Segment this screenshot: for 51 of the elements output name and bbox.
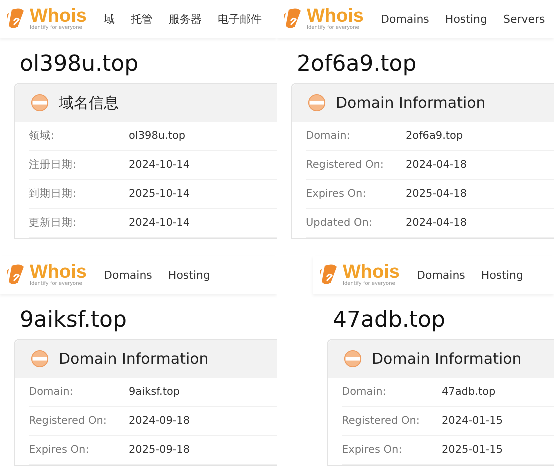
field-label: Registered On: bbox=[306, 159, 385, 171]
domain-title: 2of6a9.top bbox=[296, 51, 418, 79]
field-label: 领域: bbox=[29, 129, 56, 143]
field-label: Expires On: bbox=[306, 188, 368, 200]
field-value: 9aiksf.top bbox=[129, 386, 180, 398]
field-value: 2024-10-14 bbox=[129, 159, 190, 171]
field-label: Updated On: bbox=[306, 217, 374, 229]
field-label: Registered On: bbox=[29, 415, 108, 427]
section-title: Domain Information bbox=[336, 94, 486, 112]
field-value: ol398u.top bbox=[129, 130, 186, 142]
field-value: 2025-09-18 bbox=[129, 444, 190, 456]
domain-title: 9aiksf.top bbox=[19, 307, 128, 335]
field-label: Expires On: bbox=[29, 444, 90, 456]
nav-link[interactable]: Hosting bbox=[168, 268, 210, 282]
field-value: 2025-04-18 bbox=[406, 188, 468, 200]
nav-link[interactable]: Hosting bbox=[481, 268, 524, 282]
logo-wordmark: Whois bbox=[30, 263, 87, 282]
section-title: Domain Information bbox=[372, 350, 522, 368]
field-label: Expires On: bbox=[342, 444, 404, 456]
field-value: 2of6a9.top bbox=[406, 130, 464, 142]
field-label: 到期日期: bbox=[29, 187, 78, 201]
field-value: 47adb.top bbox=[442, 386, 496, 398]
field-value: 2024-09-18 bbox=[129, 415, 190, 427]
section-title: 域名信息 bbox=[59, 94, 119, 112]
field-label: 更新日期: bbox=[29, 216, 78, 230]
logo-wordmark: Whois bbox=[30, 7, 87, 26]
logo-wordmark: Whois bbox=[343, 263, 400, 282]
field-value: 2024-04-18 bbox=[406, 159, 468, 171]
field-label: 注册日期: bbox=[29, 158, 78, 172]
field-value: 2025-01-15 bbox=[442, 444, 504, 456]
field-value: 2024-04-18 bbox=[406, 217, 468, 229]
field-label: Domain: bbox=[29, 386, 74, 398]
domain-title: ol398u.top bbox=[19, 51, 140, 79]
field-value: 2025-10-14 bbox=[129, 188, 190, 200]
field-value: 2024-10-14 bbox=[129, 217, 190, 229]
field-label: Domain: bbox=[342, 386, 388, 398]
nav-link[interactable]: 服务器 bbox=[169, 12, 202, 26]
nav-link[interactable]: 电子邮件 bbox=[218, 12, 262, 26]
section-title: Domain Information bbox=[59, 350, 209, 368]
nav-link[interactable]: Hosting bbox=[445, 12, 488, 26]
nav-link[interactable]: 托管 bbox=[131, 12, 153, 26]
nav-link[interactable]: Domains bbox=[381, 12, 430, 26]
nav-link[interactable]: 域 bbox=[104, 12, 115, 26]
logo-wordmark: Whois bbox=[307, 7, 364, 26]
field-value: 2024-01-15 bbox=[442, 415, 504, 427]
field-label: Registered On: bbox=[342, 415, 421, 427]
nav-link[interactable]: Domains bbox=[104, 268, 152, 282]
nav-link[interactable]: Domains bbox=[417, 268, 466, 282]
nav-link[interactable]: Servers bbox=[503, 12, 546, 26]
domain-title: 47adb.top bbox=[332, 307, 446, 335]
field-label: Domain: bbox=[306, 130, 352, 142]
